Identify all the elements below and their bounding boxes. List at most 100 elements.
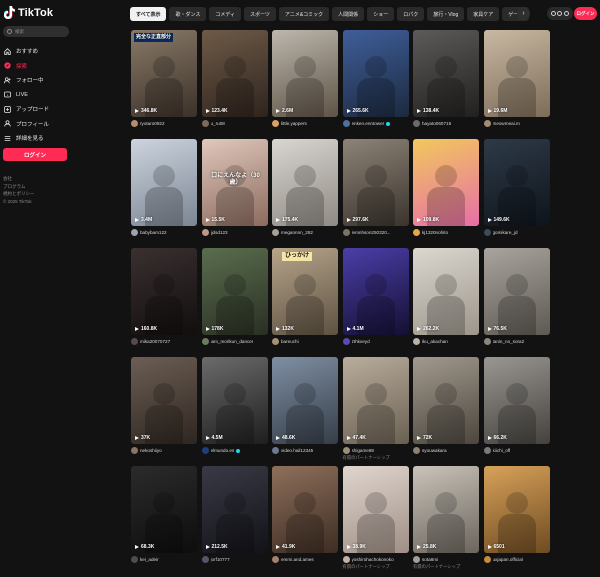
video-card[interactable]: 265.6K enken.enntower: [342, 30, 409, 127]
video-thumbnail[interactable]: 212.5K: [201, 466, 268, 553]
video-card[interactable]: 4.1M zthkxeyd: [342, 248, 409, 345]
video-card[interactable]: 48.6K video.hail12345: [272, 357, 338, 454]
video-card[interactable]: 178K iam_morikun_dancer: [201, 248, 268, 345]
video-card[interactable]: ひっかけ 132K bareuchi: [272, 248, 338, 345]
video-card[interactable]: 76.5K tanin_no_sora2: [483, 248, 550, 345]
sidebar-login-button[interactable]: ログイン: [3, 148, 67, 161]
username[interactable]: zthkxeyd: [352, 339, 370, 344]
chips-next-button[interactable]: ›: [517, 7, 530, 20]
sidebar-item-following[interactable]: フォロー中: [0, 73, 123, 88]
video-card[interactable]: 47.4K shigame88 有償のパートナーシップ: [342, 357, 409, 460]
video-author[interactable]: sota8mi: [413, 556, 479, 563]
username[interactable]: gomikare_jd: [493, 230, 518, 235]
avatar[interactable]: [342, 338, 350, 345]
video-author[interactable]: jjdsd123: [201, 229, 268, 236]
video-thumbnail[interactable]: 265.6K: [342, 30, 409, 117]
video-author[interactable]: hayato060716: [413, 120, 479, 127]
username[interactable]: lemnhson250320...: [352, 230, 391, 235]
sidebar-item-live[interactable]: L LIVE: [0, 88, 123, 103]
avatar[interactable]: [131, 556, 138, 563]
video-author[interactable]: u_ru08: [201, 120, 268, 127]
video-author[interactable]: meowmeai.m: [483, 120, 550, 127]
video-author[interactable]: iku_akachan: [413, 338, 479, 345]
video-card[interactable]: 123.4K u_ru08: [201, 30, 268, 127]
username[interactable]: iku_akachan: [422, 339, 448, 344]
avatar[interactable]: [272, 447, 279, 454]
video-card[interactable]: 138.4K hayato060716: [413, 30, 479, 127]
video-author[interactable]: kj1320nohito: [413, 229, 479, 236]
video-thumbnail[interactable]: 175.4K: [272, 139, 338, 226]
sidebar-item-explore[interactable]: 探索: [0, 59, 123, 74]
video-thumbnail[interactable]: 19.6M: [483, 30, 550, 117]
video-thumbnail[interactable]: 76.5K: [483, 248, 550, 335]
video-card[interactable]: 6501 uxjapan.official: [483, 466, 550, 563]
username[interactable]: kiichi_off: [493, 448, 511, 453]
avatar[interactable]: [201, 120, 209, 127]
video-thumbnail[interactable]: 25.8K: [413, 466, 479, 553]
video-card[interactable]: 19.6M meowmeai.m: [483, 30, 550, 127]
video-thumbnail[interactable]: 138.4K: [413, 30, 479, 117]
username[interactable]: jjdsd123: [211, 230, 228, 235]
category-chip[interactable]: コメディ: [209, 7, 242, 21]
video-thumbnail[interactable]: 109.8K: [413, 139, 479, 226]
video-card[interactable]: 37K nekoshiiyo: [131, 357, 197, 454]
category-chip[interactable]: ショー: [367, 7, 395, 21]
video-author[interactable]: tanin_no_sora2: [483, 338, 550, 345]
search-input[interactable]: 検索: [3, 26, 69, 37]
footer-link-program[interactable]: プログラム: [3, 183, 35, 191]
avatar[interactable]: [272, 338, 279, 345]
category-chip[interactable]: 歌・ダンス: [169, 7, 207, 21]
username[interactable]: nekoshiiyo: [140, 448, 162, 453]
video-thumbnail[interactable]: 37K: [131, 357, 197, 444]
video-author[interactable]: gomikare_jd: [483, 229, 550, 236]
video-author[interactable]: bareuchi: [272, 338, 338, 345]
avatar[interactable]: [131, 338, 138, 345]
video-card[interactable]: 3.4M babybam122: [131, 139, 197, 236]
avatar[interactable]: [342, 447, 350, 454]
avatar[interactable]: [131, 447, 138, 454]
coin-icon[interactable]: [550, 11, 556, 16]
sidebar-item-profile[interactable]: プロフィール: [0, 117, 123, 132]
video-thumbnail[interactable]: 66.2K: [483, 357, 550, 444]
username[interactable]: mika20070727: [140, 339, 170, 344]
username[interactable]: shigame88: [352, 448, 374, 453]
avatar[interactable]: [413, 556, 420, 563]
avatar[interactable]: [201, 338, 209, 345]
video-author[interactable]: zthkxeyd: [342, 338, 409, 345]
avatar[interactable]: [272, 229, 279, 236]
video-thumbnail[interactable]: 38.9K: [342, 466, 409, 553]
username[interactable]: sota8mi: [422, 557, 438, 562]
video-card[interactable]: 25.8K sota8mi 有償のパートナーシップ: [413, 466, 479, 569]
username[interactable]: yoshirohachokonoko: [352, 557, 394, 562]
video-thumbnail[interactable]: 47.4K: [342, 357, 409, 444]
avatar[interactable]: [131, 229, 138, 236]
footer-link-company[interactable]: 会社: [3, 175, 35, 183]
avatar[interactable]: [483, 338, 491, 345]
avatar[interactable]: [201, 447, 209, 454]
avatar[interactable]: [483, 556, 491, 563]
avatar[interactable]: [483, 120, 491, 127]
video-card[interactable]: 完全な正直部分 346.8K ryotaro0922: [131, 30, 197, 127]
username[interactable]: syouwakara: [422, 448, 447, 453]
video-thumbnail[interactable]: 口にえんなよ（30歳） 15.5K: [201, 139, 268, 226]
more-options-icon[interactable]: [564, 11, 570, 16]
username[interactable]: uxjapan.official: [493, 557, 523, 562]
video-thumbnail[interactable]: 2.6M: [272, 30, 338, 117]
username[interactable]: babybam122: [140, 230, 167, 235]
video-card[interactable]: 41.9K emmi.and.ames: [272, 466, 338, 563]
video-thumbnail[interactable]: 178K: [201, 248, 268, 335]
video-author[interactable]: kiichi_off: [483, 447, 550, 454]
video-author[interactable]: nekoshiiyo: [131, 447, 197, 454]
username[interactable]: kei_adeir: [140, 557, 159, 562]
video-author[interactable]: yoshirohachokonoko: [342, 556, 409, 563]
avatar[interactable]: [272, 120, 279, 127]
video-author[interactable]: mika20070727: [131, 338, 197, 345]
video-card[interactable]: 175.4K megannnn_282: [272, 139, 338, 236]
avatar[interactable]: [342, 556, 350, 563]
video-card[interactable]: 2.6M little.yappers: [272, 30, 338, 127]
video-author[interactable]: shigame88: [342, 447, 409, 454]
video-card[interactable]: 38.9K yoshirohachokonoko 有償のパートナーシップ: [342, 466, 409, 569]
video-thumbnail[interactable]: 4.5M: [201, 357, 268, 444]
video-thumbnail[interactable]: 68.3K: [131, 466, 197, 553]
video-card[interactable]: 72K syouwakara: [413, 357, 479, 454]
